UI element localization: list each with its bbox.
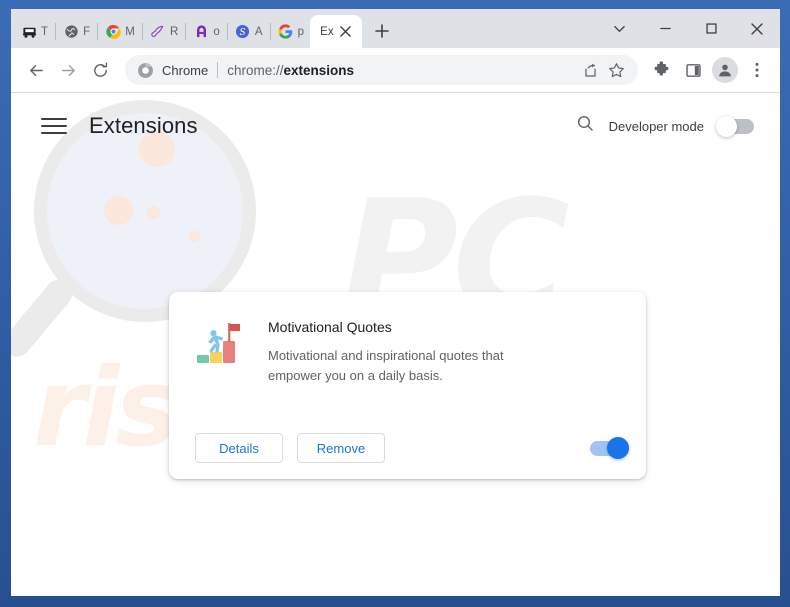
person-climbing-steps-with-flag-icon (195, 319, 244, 368)
tab-separator (141, 23, 143, 40)
globe-icon (63, 24, 79, 40)
new-tab-button[interactable] (368, 17, 396, 45)
tab-separator (97, 23, 99, 40)
chevron-down-icon[interactable] (596, 9, 642, 48)
extensions-page: PC risk.com Extensions Developer mode (11, 93, 780, 596)
extension-card-text: Motivational Quotes Motivational and ins… (268, 317, 558, 386)
tab-separator (55, 23, 57, 40)
letter-s-blue-icon: S (235, 24, 251, 40)
tab-title: R (169, 25, 179, 38)
remove-button[interactable]: Remove (297, 433, 385, 463)
omnibox-url: chrome://extensions (227, 63, 578, 78)
extension-card-body: Motivational Quotes Motivational and ins… (169, 292, 646, 386)
extensions-puzzle-icon[interactable] (646, 55, 676, 85)
developer-mode-toggle[interactable] (716, 115, 754, 137)
comet-icon (150, 24, 166, 40)
tab-6[interactable]: p (272, 15, 311, 48)
truck-icon (21, 24, 37, 40)
address-bar[interactable]: Chrome chrome://extensions (125, 55, 638, 85)
tab-4[interactable]: o (187, 15, 226, 48)
forward-button[interactable] (53, 55, 83, 85)
omnibox-divider (217, 62, 219, 78)
extension-card-footer: Details Remove (169, 417, 646, 479)
tab-title: A (254, 25, 263, 38)
reload-button[interactable] (85, 55, 115, 85)
close-window-icon[interactable] (734, 9, 780, 48)
tab-2[interactable]: M (99, 15, 141, 48)
extension-card: Motivational Quotes Motivational and ins… (169, 292, 646, 479)
tab-1[interactable]: F (57, 15, 96, 48)
tab-extensions-active[interactable]: Ex (310, 15, 362, 48)
tab-title: o (213, 25, 220, 38)
watermark-dot (147, 206, 160, 219)
tab-0[interactable]: T (15, 15, 54, 48)
share-icon[interactable] (578, 58, 602, 82)
tab-3[interactable]: R (144, 15, 184, 48)
watermark-dot (104, 196, 133, 225)
maximize-icon[interactable] (688, 9, 734, 48)
browser-window: T F M R o S A p Ex Chrome chrome://exten… (11, 9, 780, 596)
details-button[interactable]: Details (195, 433, 283, 463)
magnifier-handle-watermark (11, 274, 78, 363)
omnibox-actions (578, 58, 628, 82)
google-g-icon (278, 24, 294, 40)
extension-enable-toggle[interactable] (590, 436, 629, 459)
extensions-header: Extensions Developer mode (11, 93, 780, 159)
tab-separator (269, 23, 271, 40)
tab-strip: T F M R o S A p Ex (11, 9, 780, 48)
letter-a-purple-icon (193, 24, 209, 40)
tab-title: M (125, 25, 135, 38)
minimize-icon[interactable] (642, 9, 688, 48)
omnibox-scheme-label: Chrome (162, 62, 209, 78)
back-button[interactable] (21, 55, 51, 85)
omnibox-url-page: extensions (283, 62, 355, 78)
hamburger-menu-icon[interactable] (41, 113, 67, 139)
profile-avatar[interactable] (712, 57, 738, 83)
os-window-frame: T F M R o S A p Ex Chrome chrome://exten… (0, 0, 790, 607)
toggle-knob (607, 436, 629, 459)
tab-title: F (83, 25, 91, 38)
star-icon[interactable] (604, 58, 628, 82)
page-title: Extensions (89, 113, 198, 138)
header-right-controls: Developer mode (576, 114, 754, 138)
window-controls (596, 9, 780, 48)
tab-title: Ex (320, 25, 334, 38)
browser-toolbar: Chrome chrome://extensions (11, 48, 780, 93)
toggle-knob (716, 115, 737, 137)
watermark-dot (189, 231, 200, 242)
extension-description: Motivational and inspirational quotes th… (268, 348, 504, 383)
tab-separator (185, 23, 187, 40)
chrome-icon (105, 24, 121, 40)
developer-mode-label: Developer mode (608, 118, 704, 134)
tab-title: p (297, 25, 305, 38)
tab-5[interactable]: S A (229, 15, 269, 48)
extension-name: Motivational Quotes (268, 319, 392, 335)
side-panel-icon[interactable] (678, 55, 708, 85)
search-icon[interactable] (576, 114, 595, 138)
chrome-icon (137, 62, 154, 79)
three-dot-menu-icon[interactable] (742, 55, 772, 85)
tab-separator (226, 23, 228, 40)
omnibox-url-prefix: chrome:// (227, 62, 284, 78)
tab-title: T (41, 25, 49, 38)
svg-text:S: S (240, 28, 246, 38)
close-icon[interactable] (338, 24, 354, 40)
